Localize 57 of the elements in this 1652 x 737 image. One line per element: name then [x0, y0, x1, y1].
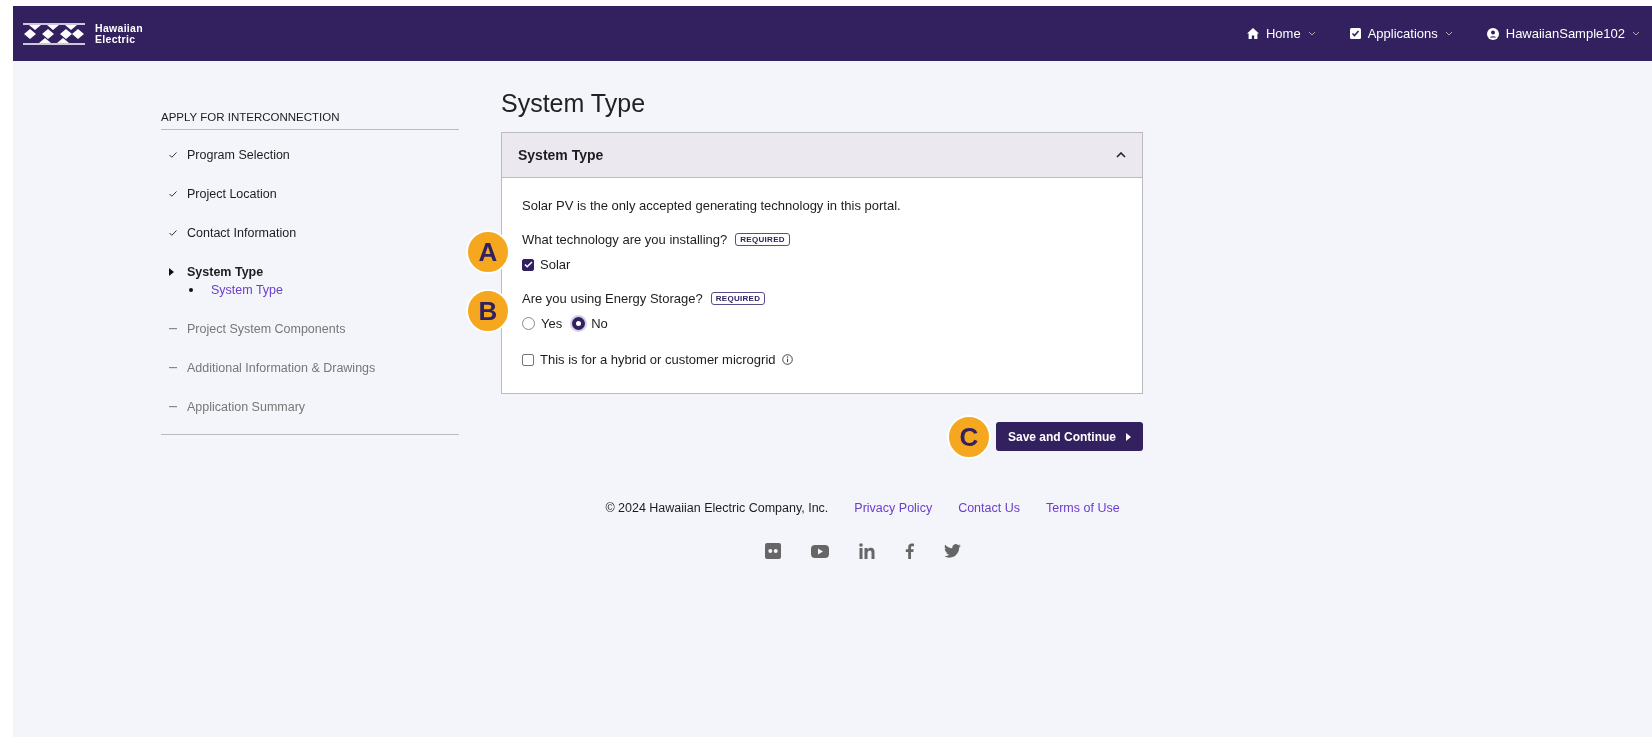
- nav-menu-link[interactable]: Home: [1246, 26, 1316, 41]
- checkbox-icon: [1349, 28, 1361, 39]
- dash-icon: [169, 405, 177, 408]
- copyright-text: © 2024 Hawaiian Electric Company, Inc.: [605, 501, 829, 515]
- chevron-down-icon: [1307, 31, 1316, 36]
- caret-right-icon: [1126, 432, 1131, 441]
- step-link[interactable]: Contact Information: [187, 225, 297, 240]
- check-icon: [169, 229, 177, 236]
- save-and-continue-button[interactable]: Save and Continue: [995, 422, 1143, 451]
- facebook-icon[interactable]: [904, 543, 914, 559]
- panel-header[interactable]: System Type: [502, 133, 1142, 178]
- radio-option[interactable]: No: [572, 316, 608, 331]
- step-link[interactable]: Project Location: [187, 186, 277, 201]
- question-label: Are you using Energy Storage?: [522, 291, 703, 306]
- panel-title: System Type: [518, 147, 604, 163]
- logo-icon[interactable]: [23, 21, 85, 46]
- step-link[interactable]: Project System Components: [187, 321, 346, 336]
- footer-link[interactable]: Privacy Policy: [854, 501, 933, 515]
- step-link[interactable]: System Type: [187, 264, 264, 279]
- callout-marker: A: [466, 230, 510, 274]
- footer-link[interactable]: Contact Us: [958, 501, 1020, 515]
- check-icon: [169, 190, 177, 197]
- twitter-icon[interactable]: [943, 544, 961, 558]
- caret-right-icon: [169, 267, 174, 276]
- check-icon: [169, 151, 177, 158]
- youtube-icon[interactable]: [810, 544, 829, 558]
- question-label: What technology are you installing?: [522, 232, 728, 247]
- user-icon: [1486, 27, 1499, 40]
- footer-link[interactable]: Terms of Use: [1046, 501, 1120, 515]
- step-link[interactable]: Application Summary: [187, 399, 306, 414]
- home-icon: [1246, 28, 1259, 39]
- nav-menu-link[interactable]: HawaiianSample102: [1486, 26, 1640, 41]
- dash-icon: [169, 327, 177, 330]
- checkbox-option[interactable]: This is for a hybrid or customer microgrid: [522, 352, 776, 367]
- substep-link[interactable]: System Type: [211, 283, 284, 297]
- step-link[interactable]: Additional Information & Drawings: [187, 360, 376, 375]
- chevron-down-icon: [1444, 31, 1453, 36]
- nav-menu-link[interactable]: Applications: [1349, 26, 1453, 41]
- linkedin-icon[interactable]: [858, 543, 875, 559]
- step-link[interactable]: Program Selection: [187, 147, 290, 162]
- dash-icon: [169, 366, 177, 369]
- chevron-up-icon[interactable]: [1116, 152, 1126, 158]
- page-title: System Type: [501, 89, 647, 118]
- radio-option[interactable]: Yes: [522, 316, 563, 331]
- intro-text: Solar PV is the only accepted generating technology in this portal.: [522, 198, 902, 213]
- chevron-down-icon: [1632, 31, 1640, 36]
- callout-marker: C: [947, 415, 991, 459]
- checkbox-option[interactable]: Solar: [522, 257, 571, 272]
- logo-text: Hawaiian Electric: [95, 22, 143, 45]
- required-badge: REQUIRED: [735, 233, 790, 246]
- info-icon[interactable]: [781, 354, 793, 365]
- flickr-icon[interactable]: [764, 543, 781, 559]
- checkmark-icon: [523, 261, 533, 268]
- bullet-icon: [189, 288, 193, 292]
- callout-marker: B: [466, 289, 510, 333]
- required-badge: REQUIRED: [710, 292, 766, 305]
- sidebar-heading: APPLY FOR INTERCONNECTION: [161, 110, 341, 125]
